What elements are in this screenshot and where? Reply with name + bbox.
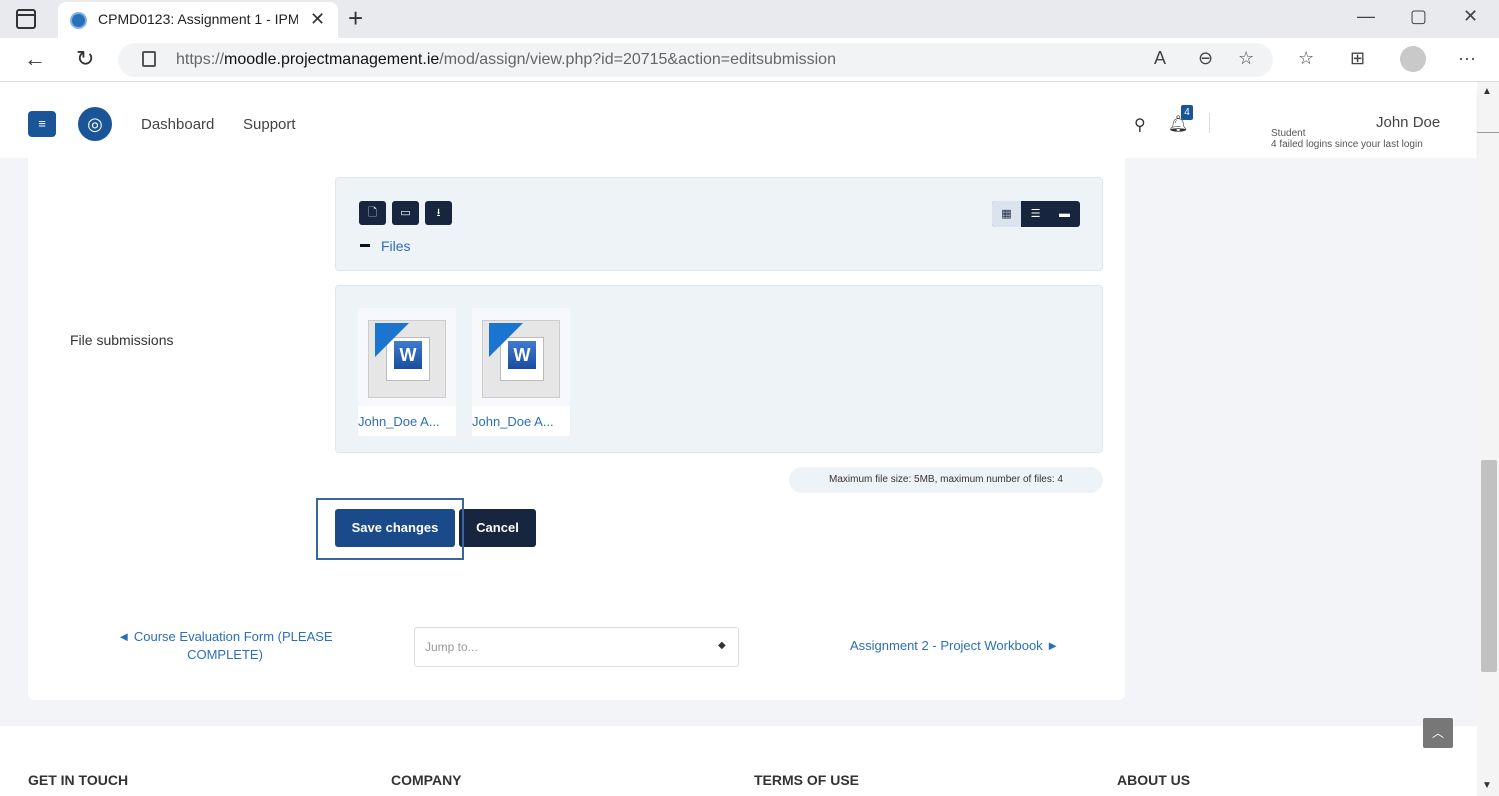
list-view-icon[interactable]: ☰: [1021, 201, 1050, 227]
footer-about-us: ABOUT US: [1117, 772, 1191, 788]
notification-count-badge: 4: [1181, 105, 1193, 120]
site-favicon-icon: [70, 12, 87, 29]
back-arrow-icon[interactable]: ←: [24, 46, 46, 72]
profile-avatar[interactable]: [1400, 46, 1426, 72]
favorites-icon[interactable]: ☆: [1298, 48, 1314, 69]
view-mode-group: ▦ ☰ ▬: [992, 201, 1080, 227]
folder-icon: ▬: [360, 239, 370, 250]
tab-title: CPMD0123: Assignment 1 - IPM/: [98, 11, 298, 27]
scrollbar-thumb[interactable]: [1481, 460, 1497, 672]
user-name[interactable]: John Doe: [1376, 114, 1440, 131]
add-file-icon[interactable]: 🗋: [359, 201, 386, 225]
tree-view-icon[interactable]: ▬: [1050, 201, 1079, 227]
save-highlight-box: [316, 498, 464, 560]
new-tab-button[interactable]: +: [348, 3, 363, 34]
site-logo[interactable]: ◎: [78, 107, 112, 141]
site-info-icon[interactable]: [142, 51, 156, 67]
page-scrollbar[interactable]: [1477, 82, 1499, 796]
cancel-button[interactable]: Cancel: [459, 509, 536, 547]
jump-to-select[interactable]: Jump to... ◆: [414, 627, 739, 667]
word-document-icon: W: [482, 320, 560, 398]
collections-icon[interactable]: ⊞: [1350, 48, 1365, 69]
nav-dashboard[interactable]: Dashboard: [141, 116, 214, 133]
menu-toggle-button[interactable]: ≡: [28, 111, 56, 137]
word-document-icon: W: [368, 320, 446, 398]
previous-activity-link[interactable]: ◄ Course Evaluation Form (PLEASE COMPLET…: [110, 628, 340, 664]
file-name[interactable]: John_Doe A...: [472, 406, 570, 436]
site-header: ≡ ◎ Dashboard Support ⚲ 🔔︎ 4 John Doe St…: [0, 88, 1476, 158]
refresh-icon[interactable]: ↻: [76, 46, 94, 72]
browser-toolbar: ← ↻ https://moodle.projectmanagement.ie/…: [0, 38, 1499, 82]
back-to-top-icon[interactable]: ︿: [1423, 718, 1453, 748]
file-item[interactable]: W John_Doe A...: [358, 308, 456, 436]
file-item[interactable]: W John_Doe A...: [472, 308, 570, 436]
file-name[interactable]: John_Doe A...: [358, 406, 456, 436]
footer-terms-of-use: TERMS OF USE: [754, 772, 860, 788]
download-icon[interactable]: ⭳: [425, 201, 452, 225]
browser-tab[interactable]: CPMD0123: Assignment 1 - IPM/ ✕: [58, 2, 338, 38]
tab-actions-icon[interactable]: [16, 9, 36, 29]
select-caret-icon: ◆: [718, 640, 726, 651]
footer-get-in-touch: GET IN TOUCH: [28, 772, 129, 788]
restore-button[interactable]: ▢: [1410, 6, 1427, 27]
footer-company: COMPANY: [391, 772, 462, 788]
read-aloud-icon[interactable]: A: [1154, 48, 1166, 69]
scroll-up-icon[interactable]: ▲: [1482, 86, 1492, 97]
max-file-size-note: Maximum file size: 5MB, maximum number o…: [789, 467, 1103, 493]
zoom-icon[interactable]: ⊖: [1198, 48, 1213, 69]
url-text: https://moodle.projectmanagement.ie/mod/…: [176, 51, 836, 68]
add-favorite-icon[interactable]: ☆: [1238, 48, 1254, 69]
icon-view-icon[interactable]: ▦: [992, 201, 1021, 227]
next-activity-link[interactable]: Assignment 2 - Project Workbook ►: [850, 638, 1059, 653]
file-submissions-label: File submissions: [70, 332, 174, 348]
tab-close-icon[interactable]: ✕: [310, 9, 325, 30]
search-icon[interactable]: ⚲: [1134, 115, 1146, 135]
minimize-button[interactable]: —: [1357, 6, 1375, 27]
files-path-link[interactable]: Files: [381, 238, 411, 254]
address-bar[interactable]: https://moodle.projectmanagement.ie/mod/…: [118, 43, 1273, 77]
user-role: Student: [1271, 128, 1306, 139]
create-folder-icon[interactable]: ▭: [392, 201, 419, 225]
more-menu-icon[interactable]: ···: [1458, 48, 1476, 69]
scrollbar-divider: [1477, 132, 1499, 133]
failed-logins-note: 4 failed logins since your last login: [1271, 139, 1423, 150]
scroll-down-icon[interactable]: ▼: [1482, 780, 1492, 791]
jump-to-placeholder: Jump to...: [425, 640, 478, 654]
close-window-button[interactable]: ✕: [1463, 6, 1478, 27]
nav-support[interactable]: Support: [243, 116, 296, 133]
browser-tabbar: CPMD0123: Assignment 1 - IPM/ ✕ + — ▢ ✕: [0, 0, 1499, 38]
header-divider: [1209, 113, 1210, 133]
